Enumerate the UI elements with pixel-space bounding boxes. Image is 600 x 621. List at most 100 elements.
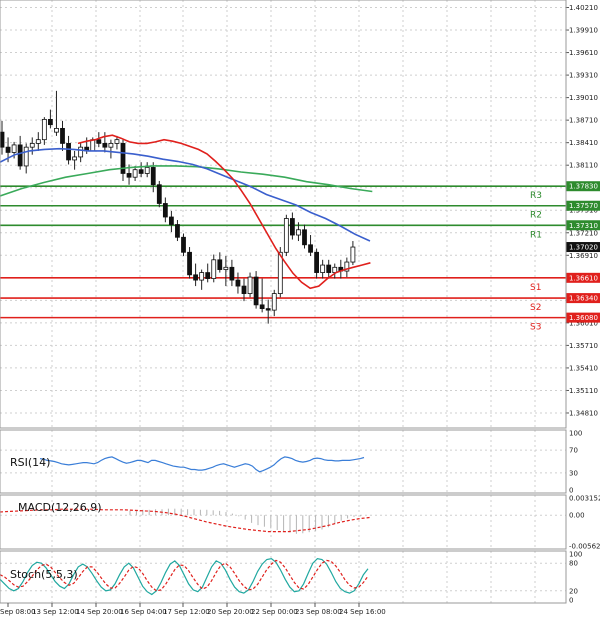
level-tag-label-s2: 1.36340 — [569, 295, 598, 303]
level-tag-label-r1: 1.37310 — [569, 222, 598, 230]
current-price-label: 1.37020 — [569, 244, 598, 252]
candle-body — [96, 139, 102, 144]
chart-background — [0, 0, 600, 621]
candle-body — [229, 266, 235, 281]
macd-label: MACD(12,26,9) — [18, 501, 102, 514]
macd-tick-label-1: 0.00 — [569, 512, 585, 520]
candle-body — [138, 169, 144, 174]
stoch-tick-label-2: 20 — [569, 587, 578, 595]
candle-body — [144, 167, 150, 174]
candle-body — [271, 293, 277, 311]
candle-body — [223, 266, 229, 270]
time-tick-label-6: 22 Sep 00:00 — [251, 608, 298, 616]
candle-body — [150, 167, 156, 186]
level-name-s3: S3 — [530, 323, 541, 333]
price-tick-label-1: 1.39910 — [569, 27, 598, 35]
price-tick-label-7: 1.38110 — [569, 162, 598, 170]
candle-body — [66, 143, 71, 161]
price-tick-label-0: 1.40210 — [569, 4, 598, 12]
time-tick-label-5: 20 Sep 20:00 — [207, 608, 254, 616]
macd-tick-label-2: -0.005628 — [569, 543, 600, 551]
candle-body — [181, 236, 186, 253]
candle-body — [0, 131, 5, 148]
candle-body — [41, 118, 47, 141]
level-name-s2: S2 — [530, 303, 541, 313]
price-tick-label-2: 1.39610 — [569, 49, 598, 57]
candle-body — [114, 139, 120, 144]
stoch-tick-label-3: 0 — [569, 597, 573, 605]
time-tick-label-0: Sep 08:00 — [0, 608, 36, 616]
level-tag-label-r3: 1.37830 — [569, 183, 598, 191]
rsi-label: RSI(14) — [10, 456, 50, 469]
level-tag-label-r2: 1.37570 — [569, 202, 598, 210]
candle-body — [168, 216, 174, 225]
candle-body — [5, 146, 11, 153]
candle-body — [217, 259, 223, 270]
time-tick-label-1: 13 Sep 12:00 — [32, 608, 79, 616]
candle-body — [108, 143, 114, 148]
candle — [283, 214, 289, 257]
stoch-tick-label-0: 100 — [569, 551, 582, 559]
pivot-level-labels: 1.37830 1.37570 1.37310 1.36610 1.36340 1.360… — [566, 181, 600, 323]
candle — [181, 233, 186, 257]
macd-tick-label-0: 0.003152 — [569, 495, 600, 503]
candle-body — [205, 272, 211, 279]
candle-body — [48, 118, 53, 126]
price-tick-label-4: 1.39010 — [569, 94, 598, 102]
candle-body — [175, 224, 180, 238]
candle-body — [302, 229, 307, 246]
level-name-r3: R3 — [530, 191, 542, 201]
level-tag-label-s3: 1.36080 — [569, 314, 598, 322]
level-name-s1: S1 — [530, 283, 541, 293]
time-tick-label-8: 24 Sep 16:00 — [339, 608, 386, 616]
time-tick-label-7: 23 Sep 08:00 — [295, 608, 342, 616]
time-tick-label-2: 14 Sep 20:00 — [76, 608, 123, 616]
candle-body — [211, 259, 217, 279]
price-tick-label-5: 1.38710 — [569, 117, 598, 125]
candle-body — [265, 308, 271, 311]
candle-body — [78, 146, 84, 158]
price-tick-label-6: 1.38410 — [569, 139, 598, 147]
rsi-tick-label-2: 30 — [569, 469, 578, 477]
level-name-r2: R2 — [530, 211, 542, 221]
time-tick-label-3: 16 Sep 04:00 — [120, 608, 167, 616]
candle-body — [23, 146, 29, 167]
candle-body — [54, 127, 59, 133]
candle-body — [35, 139, 41, 144]
candle-body — [253, 276, 259, 306]
candle-body — [162, 203, 168, 218]
level-name-r1: R1 — [530, 230, 542, 240]
rsi-tick-label-3: 0 — [569, 487, 573, 495]
candle-body — [314, 251, 320, 273]
candle-body — [296, 229, 301, 236]
candle-body — [199, 272, 205, 281]
candle-body — [90, 139, 96, 152]
stoch-label: Stoch(5,5,3) — [10, 568, 78, 581]
candle-body — [11, 144, 17, 153]
candle-body — [132, 169, 138, 178]
forex-chart: R3 R2 R1 S1 S2 S3 1.40210 1.39910 1.39610 1.3931… — [0, 0, 600, 621]
candle-body — [29, 143, 35, 148]
candle-body — [259, 304, 265, 310]
candle-body — [247, 276, 253, 294]
candle-body — [193, 274, 199, 281]
price-tick-label-10: 1.37210 — [569, 229, 598, 237]
rsi-tick-label-1: 70 — [569, 447, 578, 455]
candle-body — [326, 264, 332, 273]
candle-body — [235, 279, 241, 287]
price-tick-label-11: 1.36910 — [569, 252, 598, 260]
candle-body — [320, 264, 326, 273]
candle-body — [17, 144, 23, 167]
price-tick-label-16: 1.35410 — [569, 364, 598, 372]
price-tick-label-17: 1.35110 — [569, 387, 598, 395]
candle-body — [187, 251, 192, 276]
candle-body — [350, 246, 356, 263]
level-tag-label-s1: 1.36610 — [569, 274, 598, 282]
candle — [156, 180, 162, 208]
stoch-tick-label-1: 80 — [569, 560, 578, 568]
price-tick-label-3: 1.39310 — [569, 72, 598, 80]
candle-body — [102, 143, 108, 148]
candle-body — [283, 218, 289, 253]
candle-body — [60, 127, 65, 144]
candle-body — [126, 173, 132, 178]
